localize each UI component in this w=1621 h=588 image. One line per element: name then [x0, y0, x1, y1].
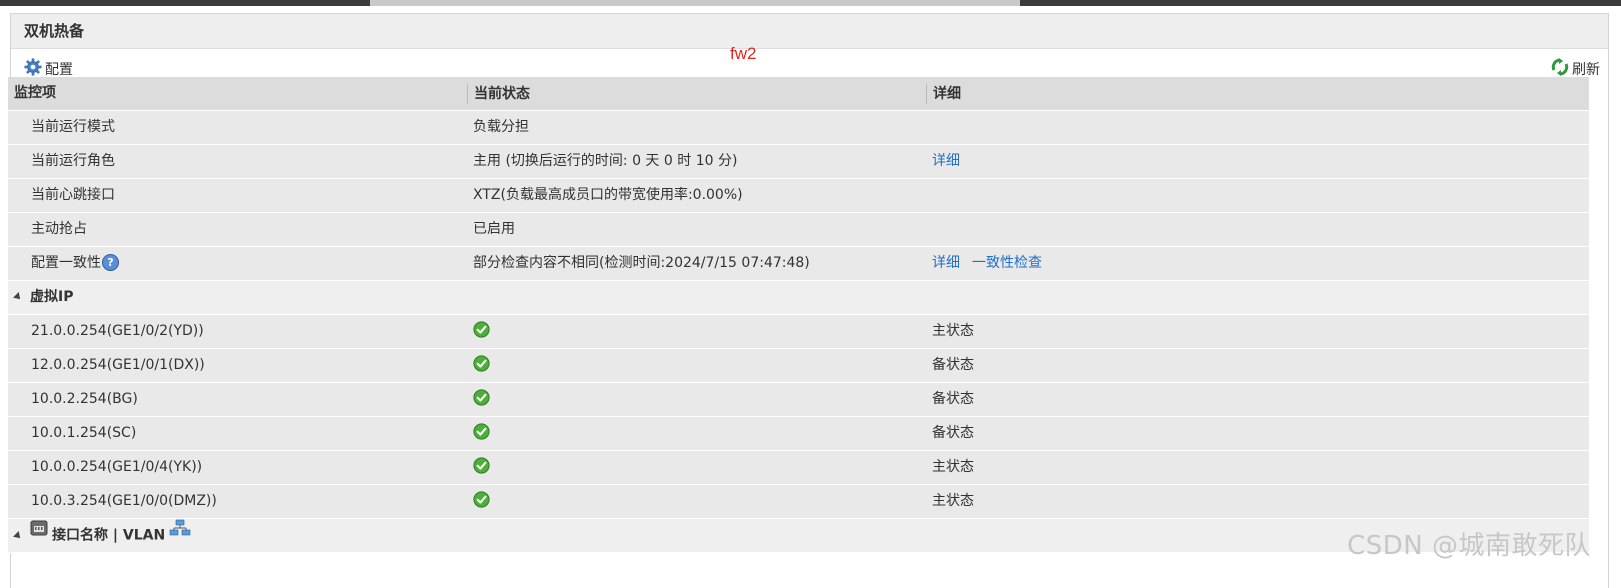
consistency-check-link[interactable]: 一致性检查 [972, 255, 1042, 271]
collapse-triangle-icon[interactable] [13, 292, 23, 302]
virtual-ip-address: 21.0.0.254(GE1/0/2(YD)) [31, 323, 204, 339]
check-circle-icon [473, 355, 490, 373]
table-row: 10.0.0.254(GE1/0/4(YK)) 主状态 [8, 451, 1589, 485]
watermark: CSDN @城南敢死队 [1347, 531, 1591, 561]
monitor-table: 监控项 当前状态 详细 当前运行模式 负载分担 当前运行角色 主用 (切换后运行… [8, 77, 1589, 553]
help-icon[interactable]: ? [102, 253, 119, 271]
row-status: 部分检查内容不相同(检测时间:2024/7/15 07:47:48) [473, 255, 810, 271]
virtual-ip-state: 主状态 [932, 459, 974, 475]
table-row: 配置一致性? 部分检查内容不相同(检测时间:2024/7/15 07:47:48… [8, 247, 1589, 281]
table-row: 当前运行角色 主用 (切换后运行的时间: 0 天 0 时 10 分) 详细 [8, 145, 1589, 179]
virtual-ip-address: 12.0.0.254(GE1/0/1(DX)) [31, 357, 205, 373]
check-circle-icon [473, 491, 490, 509]
row-item: 当前心跳接口 [31, 187, 115, 203]
row-status: 已启用 [473, 221, 515, 237]
virtual-ip-address: 10.0.0.254(GE1/0/4(YK)) [31, 459, 203, 475]
virtual-ip-state: 备状态 [932, 391, 974, 407]
virtual-ip-state: 主状态 [932, 493, 974, 509]
network-icon [169, 517, 191, 550]
table-row: 12.0.0.254(GE1/0/1(DX)) 备状态 [8, 349, 1589, 383]
table-row: 10.0.1.254(SC) 备状态 [8, 417, 1589, 451]
collapse-triangle-icon[interactable] [13, 530, 23, 541]
row-status: XTZ(负载最高成员口的带宽使用率:0.00%) [473, 187, 743, 203]
table-row: 当前心跳接口 XTZ(负载最高成员口的带宽使用率:0.00%) [8, 179, 1589, 213]
device-annotation-label: fw2 [730, 44, 757, 63]
column-header-detail[interactable]: 详细 [926, 84, 961, 104]
table-row: 当前运行模式 负载分担 [8, 111, 1589, 145]
table-row: 10.0.3.254(GE1/0/0(DMZ)) 主状态 [8, 485, 1589, 519]
interface-icon [30, 517, 48, 550]
group-title: 接口名称 | VLAN [52, 527, 166, 544]
virtual-ip-state: 主状态 [932, 323, 974, 339]
group-title: 虚拟IP [30, 289, 74, 305]
column-header-status[interactable]: 当前状态 [467, 84, 530, 104]
table-row: 21.0.0.254(GE1/0/2(YD)) 主状态 [8, 315, 1589, 349]
virtual-ip-state: 备状态 [932, 357, 974, 373]
check-circle-icon [473, 389, 490, 407]
virtual-ip-rows: 21.0.0.254(GE1/0/2(YD)) 主状态 12.0.0.254(GE1… [8, 315, 1589, 519]
row-status: 主用 (切换后运行的时间: 0 天 0 时 10 分) [473, 153, 738, 169]
consistency-detail-link[interactable]: 详细 [932, 255, 960, 271]
check-circle-icon [473, 321, 490, 339]
check-circle-icon [473, 457, 490, 475]
panel-title: 双机热备 [11, 14, 1608, 49]
row-item: 当前运行角色 [31, 153, 115, 169]
role-detail-link[interactable]: 详细 [932, 153, 960, 169]
row-item: 主动抢占 [31, 221, 87, 237]
row-status: 负载分担 [473, 119, 529, 135]
virtual-ip-state: 备状态 [932, 425, 974, 441]
table-row: 主动抢占 已启用 [8, 213, 1589, 247]
check-circle-icon [473, 423, 490, 441]
column-header-item[interactable]: 监控项 [14, 77, 56, 110]
virtual-ip-address: 10.0.1.254(SC) [31, 425, 137, 441]
browser-tab-strip [370, 0, 1020, 6]
table-header-row: 监控项 当前状态 详细 [8, 77, 1589, 111]
virtual-ip-address: 10.0.3.254(GE1/0/0(DMZ)) [31, 493, 217, 509]
row-item: 当前运行模式 [31, 119, 115, 135]
virtual-ip-group-row[interactable]: 虚拟IP [8, 281, 1589, 315]
row-item: 配置一致性 [31, 255, 101, 271]
browser-top-bar [0, 0, 1621, 6]
table-row: 10.0.2.254(BG) 备状态 [8, 383, 1589, 417]
virtual-ip-address: 10.0.2.254(BG) [31, 391, 138, 407]
